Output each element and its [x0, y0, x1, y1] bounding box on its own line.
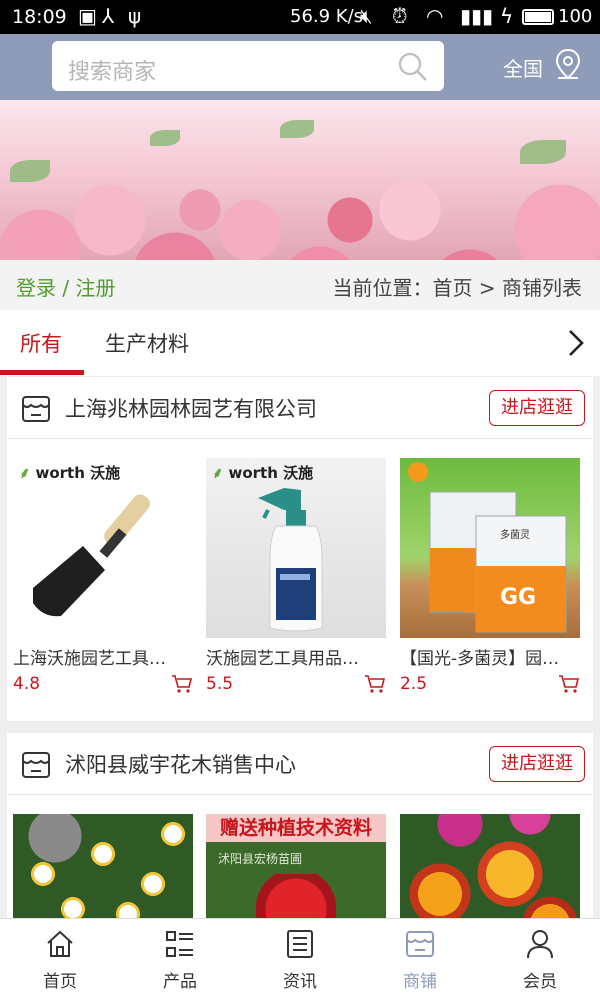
product-image[interactable]: 赠送种植技术资料 沭阳县宏杨苗圃 — [206, 814, 386, 918]
shop-name[interactable]: 沭阳县威宇花木销售中心 — [65, 749, 296, 779]
nav-label: 产品 — [163, 972, 197, 992]
category-tabs: 所有 生产材料 — [0, 310, 600, 376]
spray-bottle-illustration — [258, 488, 323, 632]
bottom-navigation: 首页 产品 资讯 商铺 会员 — [0, 918, 600, 1000]
product-image[interactable]: ⸙ worth 沃施 — [13, 458, 193, 638]
packet-logo: GG — [500, 585, 536, 610]
shop-header[interactable]: 沭阳县威宇花木销售中心 进店逛逛 — [7, 733, 593, 795]
nav-label: 会员 — [523, 972, 557, 992]
nav-home[interactable]: 首页 — [0, 919, 120, 1000]
location-pin-icon[interactable] — [553, 48, 583, 82]
nav-label: 商铺 — [403, 972, 437, 992]
image-notification-icon: ▣ — [78, 4, 97, 28]
nav-label: 首页 — [43, 972, 77, 992]
leaf-decoration — [280, 120, 314, 138]
product-item[interactable] — [13, 814, 193, 918]
leaf-decoration — [150, 130, 180, 146]
storefront-icon — [22, 396, 50, 422]
tab-all[interactable]: 所有 — [20, 328, 62, 358]
mute-icon: 🔇︎ — [360, 4, 373, 28]
product-item[interactable]: ⸙ worth 沃施 沃施园艺工具用品… 5.5 — [206, 458, 386, 694]
battery-level: 100 — [558, 6, 593, 27]
nav-shops[interactable]: 商铺 — [360, 919, 480, 1000]
login-register-link[interactable]: 登录 / 注册 — [16, 272, 115, 301]
usb-icon: ψ — [128, 4, 142, 28]
top-header: 搜索商家 全国 — [0, 34, 600, 100]
packet-label: 多菌灵 — [500, 528, 530, 541]
shop-icon — [406, 931, 434, 957]
trowel-illustration — [33, 494, 150, 617]
signal-icon: ▮▮▮ — [460, 4, 494, 28]
shop-header[interactable]: 上海兆林园林园艺有限公司 进店逛逛 — [7, 377, 593, 439]
alarm-icon: ⏰︎ — [392, 4, 408, 28]
breadcrumb: 登录 / 注册 当前位置：首页 > 商铺列表 — [0, 260, 600, 310]
network-speed: 56.9 K/s — [290, 6, 364, 27]
product-image[interactable]: 多菌灵 GG — [400, 458, 580, 638]
search-input[interactable]: 搜索商家 — [52, 41, 444, 91]
cart-icon[interactable] — [171, 674, 193, 694]
news-icon — [287, 930, 313, 958]
product-item[interactable] — [400, 814, 580, 918]
visit-shop-button[interactable]: 进店逛逛 — [489, 746, 585, 782]
visit-shop-button[interactable]: 进店逛逛 — [489, 390, 585, 426]
nav-member[interactable]: 会员 — [480, 919, 600, 1000]
current-location: 当前位置：首页 > 商铺列表 — [332, 276, 582, 300]
product-price: 2.5 — [400, 674, 428, 694]
nav-news[interactable]: 资讯 — [240, 919, 360, 1000]
promo-banner[interactable] — [0, 100, 600, 260]
status-bar: 18:09 ▣ ⅄ ψ 56.9 K/s 🔇︎ ⏰︎ ◠ ▮▮▮ ϟ 100 — [0, 0, 600, 34]
product-item[interactable]: ⸙ worth 沃施 上海沃施园艺工具… 4.8 — [13, 458, 193, 694]
chevron-right-icon[interactable] — [566, 328, 586, 358]
nav-label: 资讯 — [283, 972, 317, 992]
product-item[interactable]: 多菌灵 GG 【国光-多菌灵】园… 2.5 — [400, 458, 580, 694]
promo-overlay-text: 赠送种植技术资料 — [206, 814, 386, 842]
shop-name[interactable]: 上海兆林园林园艺有限公司 — [65, 393, 317, 423]
share-icon: ⅄ — [102, 4, 115, 28]
watermark-text: 沭阳县宏杨苗圃 — [218, 852, 303, 866]
search-icon[interactable] — [398, 52, 428, 82]
product-price: 4.8 — [13, 674, 41, 694]
product-title[interactable]: 上海沃施园艺工具… — [13, 644, 193, 669]
search-placeholder: 搜索商家 — [68, 60, 157, 85]
region-selector[interactable]: 全国 — [503, 53, 543, 82]
product-image[interactable] — [13, 814, 193, 918]
active-tab-indicator — [0, 370, 84, 375]
product-title[interactable]: 【国光-多菌灵】园… — [400, 644, 580, 669]
grid-list-icon — [166, 931, 193, 957]
charging-icon: ϟ — [500, 4, 514, 28]
nav-products[interactable]: 产品 — [120, 919, 240, 1000]
brand-logo: ⸙ worth 沃施 — [19, 464, 121, 482]
tab-production-materials[interactable]: 生产材料 — [105, 328, 189, 358]
battery-icon — [522, 9, 554, 25]
home-icon — [47, 930, 73, 957]
product-item[interactable]: 赠送种植技术资料 沭阳县宏杨苗圃 — [206, 814, 386, 918]
user-icon — [527, 930, 553, 959]
cart-icon[interactable] — [558, 674, 580, 694]
cart-icon[interactable] — [364, 674, 386, 694]
leaf-decoration — [520, 140, 566, 164]
fungicide-packets-illustration: 多菌灵 GG — [408, 462, 567, 633]
storefront-icon — [22, 752, 50, 778]
wifi-icon: ◠ — [426, 4, 444, 28]
product-image[interactable]: ⸙ worth 沃施 — [206, 458, 386, 638]
product-price: 5.5 — [206, 674, 234, 694]
product-image[interactable] — [400, 814, 580, 918]
status-time: 18:09 — [12, 6, 67, 28]
brand-logo: ⸙ worth 沃施 — [212, 464, 314, 482]
shop-card: 沭阳县威宇花木销售中心 进店逛逛 赠送种植技术资料 沭阳县宏杨苗圃 — [7, 733, 593, 918]
product-title[interactable]: 沃施园艺工具用品… — [206, 644, 386, 669]
shop-card: 上海兆林园林园艺有限公司 进店逛逛 ⸙ worth 沃施 上海沃施园艺工具… 4… — [7, 377, 593, 721]
leaf-decoration — [10, 160, 50, 182]
rose-illustration — [256, 874, 336, 918]
